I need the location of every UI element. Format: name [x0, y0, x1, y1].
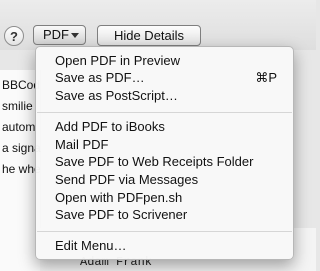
menu-separator	[37, 231, 292, 232]
pdf-dropdown-menu: Open PDF in Preview Save as PDF… ⌘P Save…	[35, 46, 294, 260]
pdf-button-label: PDF	[43, 27, 69, 42]
menu-item-save-pdf-to-scrivener[interactable]: Save PDF to Scrivener	[55, 206, 187, 224]
menu-item-send-pdf-via-messages[interactable]: Send PDF via Messages	[55, 171, 198, 189]
pdf-menu-button[interactable]: PDF	[33, 25, 86, 45]
help-button[interactable]: ?	[4, 26, 24, 46]
menu-item-edit-menu[interactable]: Edit Menu…	[55, 237, 127, 255]
background-text-line: autom	[2, 120, 36, 134]
print-dialog-toolbar: ? PDF Hide Details	[0, 0, 316, 50]
save-as-pdf-shortcut: ⌘P	[255, 70, 277, 85]
hide-details-button[interactable]: Hide Details	[97, 25, 201, 46]
menu-separator	[37, 112, 292, 113]
menu-item-open-pdf-in-preview[interactable]: Open PDF in Preview	[55, 52, 180, 70]
menu-item-save-as-pdf[interactable]: Save as PDF…	[55, 69, 145, 87]
background-text-line: smilie	[2, 99, 33, 113]
menu-item-save-pdf-to-web-receipts[interactable]: Save PDF to Web Receipts Folder	[55, 153, 253, 171]
menu-item-save-as-postscript[interactable]: Save as PostScript…	[55, 87, 178, 105]
menu-item-mail-pdf[interactable]: Mail PDF	[55, 136, 108, 154]
menu-item-open-with-pdfpen[interactable]: Open with PDFpen.sh	[55, 189, 182, 207]
menu-item-add-pdf-to-ibooks[interactable]: Add PDF to iBooks	[55, 118, 165, 136]
dropdown-arrow-icon	[71, 33, 79, 38]
